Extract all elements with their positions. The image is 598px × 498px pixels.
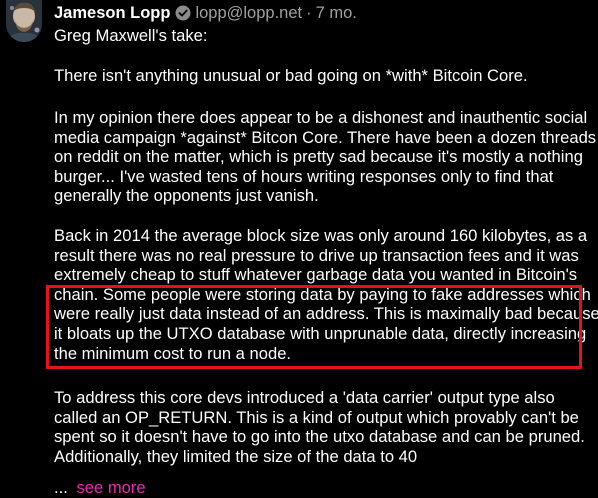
text-line: Back in 2014 the average block size was …: [54, 226, 588, 245]
text-line: the minimum cost to run a node.: [54, 343, 292, 363]
paragraph-intro: Greg Maxwell's take:: [54, 26, 594, 46]
meta-separator: ·: [306, 3, 312, 22]
post: Jameson Lopp lopp@lopp.net · 7 mo. Greg …: [0, 0, 598, 498]
author-handle[interactable]: lopp@lopp.net: [195, 4, 302, 23]
paragraph-opinion: In my opinion there does appear to be a …: [54, 108, 597, 206]
avatar-image: [6, 0, 42, 42]
text-line: chain. Some people were storing data by …: [54, 284, 591, 304]
truncation-ellipsis: ...: [54, 478, 68, 497]
paragraph-history: Back in 2014 the average block size was …: [54, 226, 598, 363]
text-line: In my opinion there does appear to be a …: [54, 108, 588, 127]
text-line: To address this core devs introduced a '…: [54, 388, 555, 407]
text-line: extremely cheap to stuff whatever garbag…: [54, 265, 578, 285]
post-timestamp[interactable]: 7 mo.: [316, 4, 357, 23]
text-line: called an OP_RETURN. This is a kind of o…: [54, 407, 579, 427]
text-line: media campaign *against* Bitcon Core. Th…: [54, 127, 597, 147]
text-line: result there was no real pressure to dri…: [54, 245, 579, 265]
text-line: generally the opponents just vanish.: [54, 186, 319, 206]
text-line: spent so it doesn't have to go into the …: [54, 427, 585, 447]
verified-badge-icon: [175, 5, 191, 21]
avatar[interactable]: [6, 0, 42, 42]
paragraph-summary: There isn't anything unusual or bad goin…: [54, 66, 594, 86]
text-line: Additionally, they limited the size of t…: [54, 446, 418, 466]
see-more-link[interactable]: see more: [76, 478, 145, 497]
see-more-row: ... see more: [54, 478, 146, 498]
text-line: burger... I've wasted tens of hours writ…: [54, 166, 554, 186]
text-line: There isn't anything unusual or bad goin…: [54, 66, 528, 85]
text-line: were really just data instead of an addr…: [54, 304, 598, 324]
text-line: it bloats up the UTXO database with unpr…: [54, 323, 587, 343]
author-name[interactable]: Jameson Lopp: [54, 4, 170, 23]
text-line: Greg Maxwell's take:: [54, 26, 208, 45]
paragraph-op-return: To address this core devs introduced a '…: [54, 388, 594, 466]
post-header: Jameson Lopp lopp@lopp.net · 7 mo.: [54, 1, 357, 25]
text-line: on reddit on the matter, which is pretty…: [54, 147, 583, 167]
